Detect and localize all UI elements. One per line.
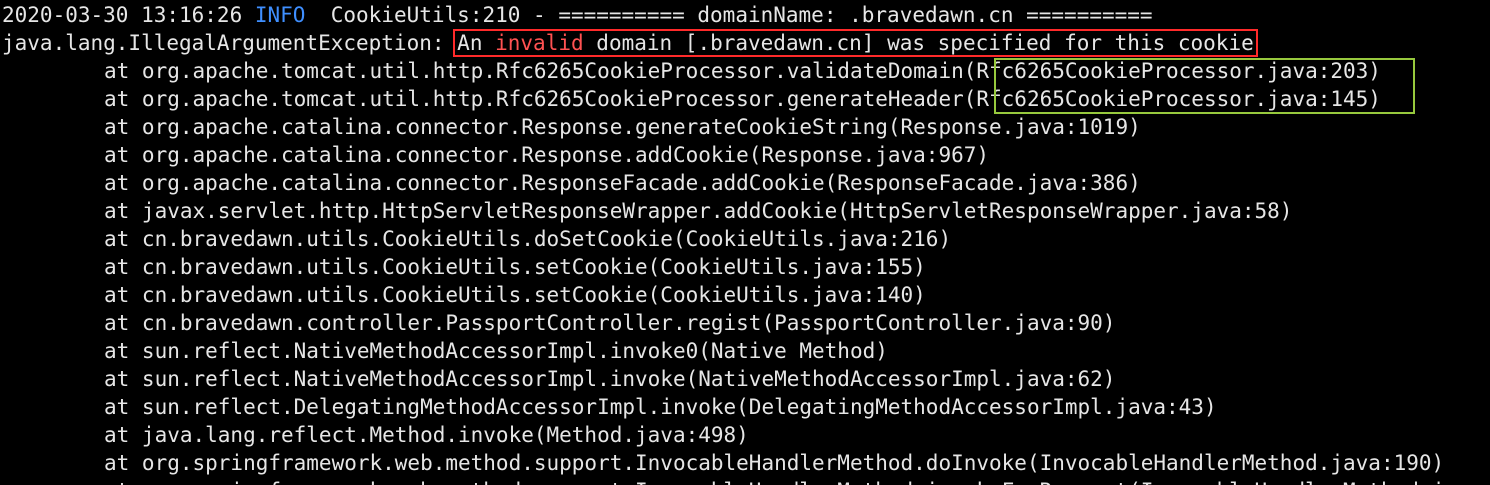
- exception-msg-part2: domain [.bravedawn.cn] was specified for…: [596, 31, 1254, 55]
- exception-message-highlight: An invalid domain [.bravedawn.cn] was sp…: [453, 29, 1258, 57]
- stack-frame: at sun.reflect.DelegatingMethodAccessorI…: [104, 395, 1217, 419]
- log-level-badge: INFO: [254, 3, 306, 27]
- stack-frame: at sun.reflect.NativeMethodAccessorImpl.…: [104, 367, 1116, 391]
- stack-frame: at cn.bravedawn.utils.CookieUtils.doSetC…: [104, 227, 952, 251]
- stack-frame: at org.apache.catalina.connector.Respons…: [104, 115, 1141, 139]
- stack-frame: at sun.reflect.NativeMethodAccessorImpl.…: [104, 339, 888, 363]
- source-location-highlight: [994, 58, 1415, 114]
- stack-frame: at java.lang.reflect.Method.invoke(Metho…: [104, 423, 749, 447]
- exception-msg-part1: An: [457, 31, 483, 55]
- exception-line: java.lang.IllegalArgumentException: An i…: [2, 29, 1258, 57]
- exception-msg-invalid: invalid: [495, 31, 584, 55]
- stack-frame: at cn.bravedawn.utils.CookieUtils.setCoo…: [104, 283, 926, 307]
- log-header-line: 2020-03-30 13:16:26 INFO CookieUtils:210…: [2, 1, 1153, 29]
- stack-frame: at org.springframework.web.method.suppor…: [104, 451, 1445, 475]
- exception-class: java.lang.IllegalArgumentException:: [2, 31, 445, 55]
- log-timestamp: 2020-03-30 13:16:26: [2, 3, 243, 27]
- stack-frame: at javax.servlet.http.HttpServletRespons…: [104, 199, 1293, 223]
- log-message: CookieUtils:210 - ========== domainName:…: [330, 3, 1153, 27]
- stack-frame: at org.apache.catalina.connector.Respons…: [104, 171, 1141, 195]
- console-output[interactable]: 2020-03-30 13:16:26 INFO CookieUtils:210…: [0, 0, 1490, 485]
- stack-frame: at cn.bravedawn.utils.CookieUtils.setCoo…: [104, 255, 926, 279]
- stack-frame-partial: at org.springframework.web.method.suppor…: [104, 477, 1490, 485]
- stack-frame: at cn.bravedawn.controller.PassportContr…: [104, 311, 1116, 335]
- stack-frame: at org.apache.catalina.connector.Respons…: [104, 143, 990, 167]
